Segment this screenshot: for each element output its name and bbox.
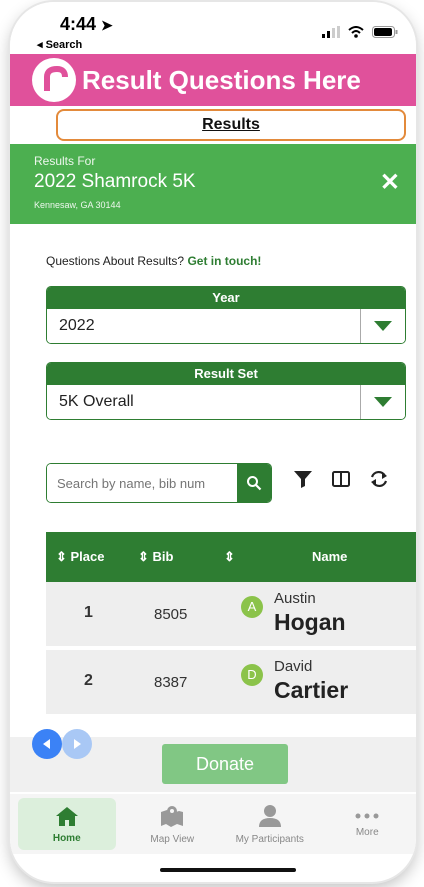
- sort-icon: ⇕: [56, 549, 71, 564]
- row-first-name: David: [274, 658, 313, 675]
- tab-my-participants[interactable]: My Participants: [221, 794, 319, 854]
- tab-label: My Participants: [235, 833, 304, 845]
- results-table: ⇕ Place ⇕ Bib ⇕ Name 1 8505 A Austin Hog…: [46, 532, 416, 718]
- year-select-caption: Year: [47, 287, 405, 309]
- scroll-right-icon[interactable]: [62, 729, 92, 759]
- event-location: Kennesaw, GA 30144: [34, 200, 121, 210]
- refresh-icon[interactable]: [368, 468, 390, 490]
- row-bib: 8387: [154, 674, 188, 691]
- race-logo-icon: [32, 58, 76, 102]
- tab-label: Map View: [150, 833, 195, 845]
- questions-text: Questions About Results?: [46, 254, 185, 268]
- table-row[interactable]: 2 8387 D David Cartier: [46, 650, 416, 718]
- year-select-value: 2022: [59, 317, 95, 334]
- person-icon: [258, 804, 281, 827]
- table-tools: [292, 468, 390, 490]
- results-header: Results For 2022 Shamrock 5K Kennesaw, G…: [10, 144, 416, 224]
- event-banner: Result Questions Here: [10, 54, 416, 106]
- row-first-name: Austin: [274, 590, 316, 607]
- map-icon: [161, 805, 184, 827]
- donate-button[interactable]: Donate: [162, 744, 288, 784]
- results-button[interactable]: Results: [56, 109, 406, 141]
- row-place: 2: [84, 672, 93, 689]
- wifi-icon: [348, 26, 364, 38]
- column-bib[interactable]: ⇕ Bib: [138, 549, 173, 565]
- row-place: 1: [84, 604, 93, 621]
- tab-label: Home: [52, 832, 81, 844]
- avatar: D: [241, 664, 263, 686]
- search-box: [46, 463, 272, 503]
- tab-more[interactable]: More: [319, 794, 417, 854]
- bottom-tab-bar: Home Map View My Participants More: [10, 794, 416, 854]
- tab-home[interactable]: Home: [18, 798, 116, 850]
- search-icon[interactable]: [237, 464, 271, 502]
- result-set-select[interactable]: Result Set 5K Overall: [46, 362, 406, 420]
- home-indicator: [160, 868, 296, 872]
- close-icon[interactable]: ✕: [380, 168, 400, 197]
- battery-icon: [372, 26, 398, 38]
- back-to-search-link[interactable]: ◂ Search: [37, 38, 82, 51]
- table-row[interactable]: 1 8505 A Austin Hogan: [46, 582, 416, 650]
- column-name-sort-icon[interactable]: ⇕: [224, 549, 235, 565]
- status-time: 4:44 ➤: [60, 14, 113, 34]
- sort-icon: ⇕: [138, 549, 153, 564]
- row-bib: 8505: [154, 606, 188, 623]
- columns-icon[interactable]: [330, 468, 352, 490]
- search-input[interactable]: [47, 464, 237, 502]
- get-in-touch-link[interactable]: Get in touch!: [187, 254, 261, 268]
- result-set-value: 5K Overall: [59, 393, 134, 410]
- questions-line: Questions About Results? Get in touch!: [46, 254, 261, 268]
- more-icon: [355, 813, 379, 818]
- event-name: 2022 Shamrock 5K: [34, 171, 196, 192]
- tab-label: More: [355, 826, 379, 838]
- table-header: ⇕ Place ⇕ Bib ⇕ Name: [46, 532, 416, 582]
- chevron-down-icon[interactable]: [360, 309, 405, 343]
- result-set-caption: Result Set: [47, 363, 405, 385]
- filter-icon[interactable]: [292, 468, 314, 490]
- year-select-value-row[interactable]: 2022: [47, 309, 405, 343]
- result-set-value-row[interactable]: 5K Overall: [47, 385, 405, 419]
- status-icons: [322, 26, 398, 38]
- row-last-name: Hogan: [274, 609, 346, 635]
- tab-map-view[interactable]: Map View: [124, 794, 222, 854]
- banner-title: Result Questions Here: [82, 64, 361, 95]
- status-bar: 4:44 ➤ ◂ Search: [10, 2, 416, 54]
- row-last-name: Cartier: [274, 677, 349, 703]
- results-for-label: Results For: [34, 154, 96, 168]
- column-place[interactable]: ⇕ Place: [56, 549, 105, 565]
- signal-icon: [322, 26, 340, 38]
- home-icon: [55, 806, 78, 826]
- phone-frame: 4:44 ➤ ◂ Search Result Questions Here Re…: [10, 2, 416, 882]
- avatar: A: [241, 596, 263, 618]
- column-name[interactable]: Name: [312, 549, 347, 564]
- chevron-down-icon[interactable]: [360, 385, 405, 419]
- year-select[interactable]: Year 2022: [46, 286, 406, 344]
- scroll-left-icon[interactable]: [32, 729, 62, 759]
- scroll-pager: [32, 729, 92, 759]
